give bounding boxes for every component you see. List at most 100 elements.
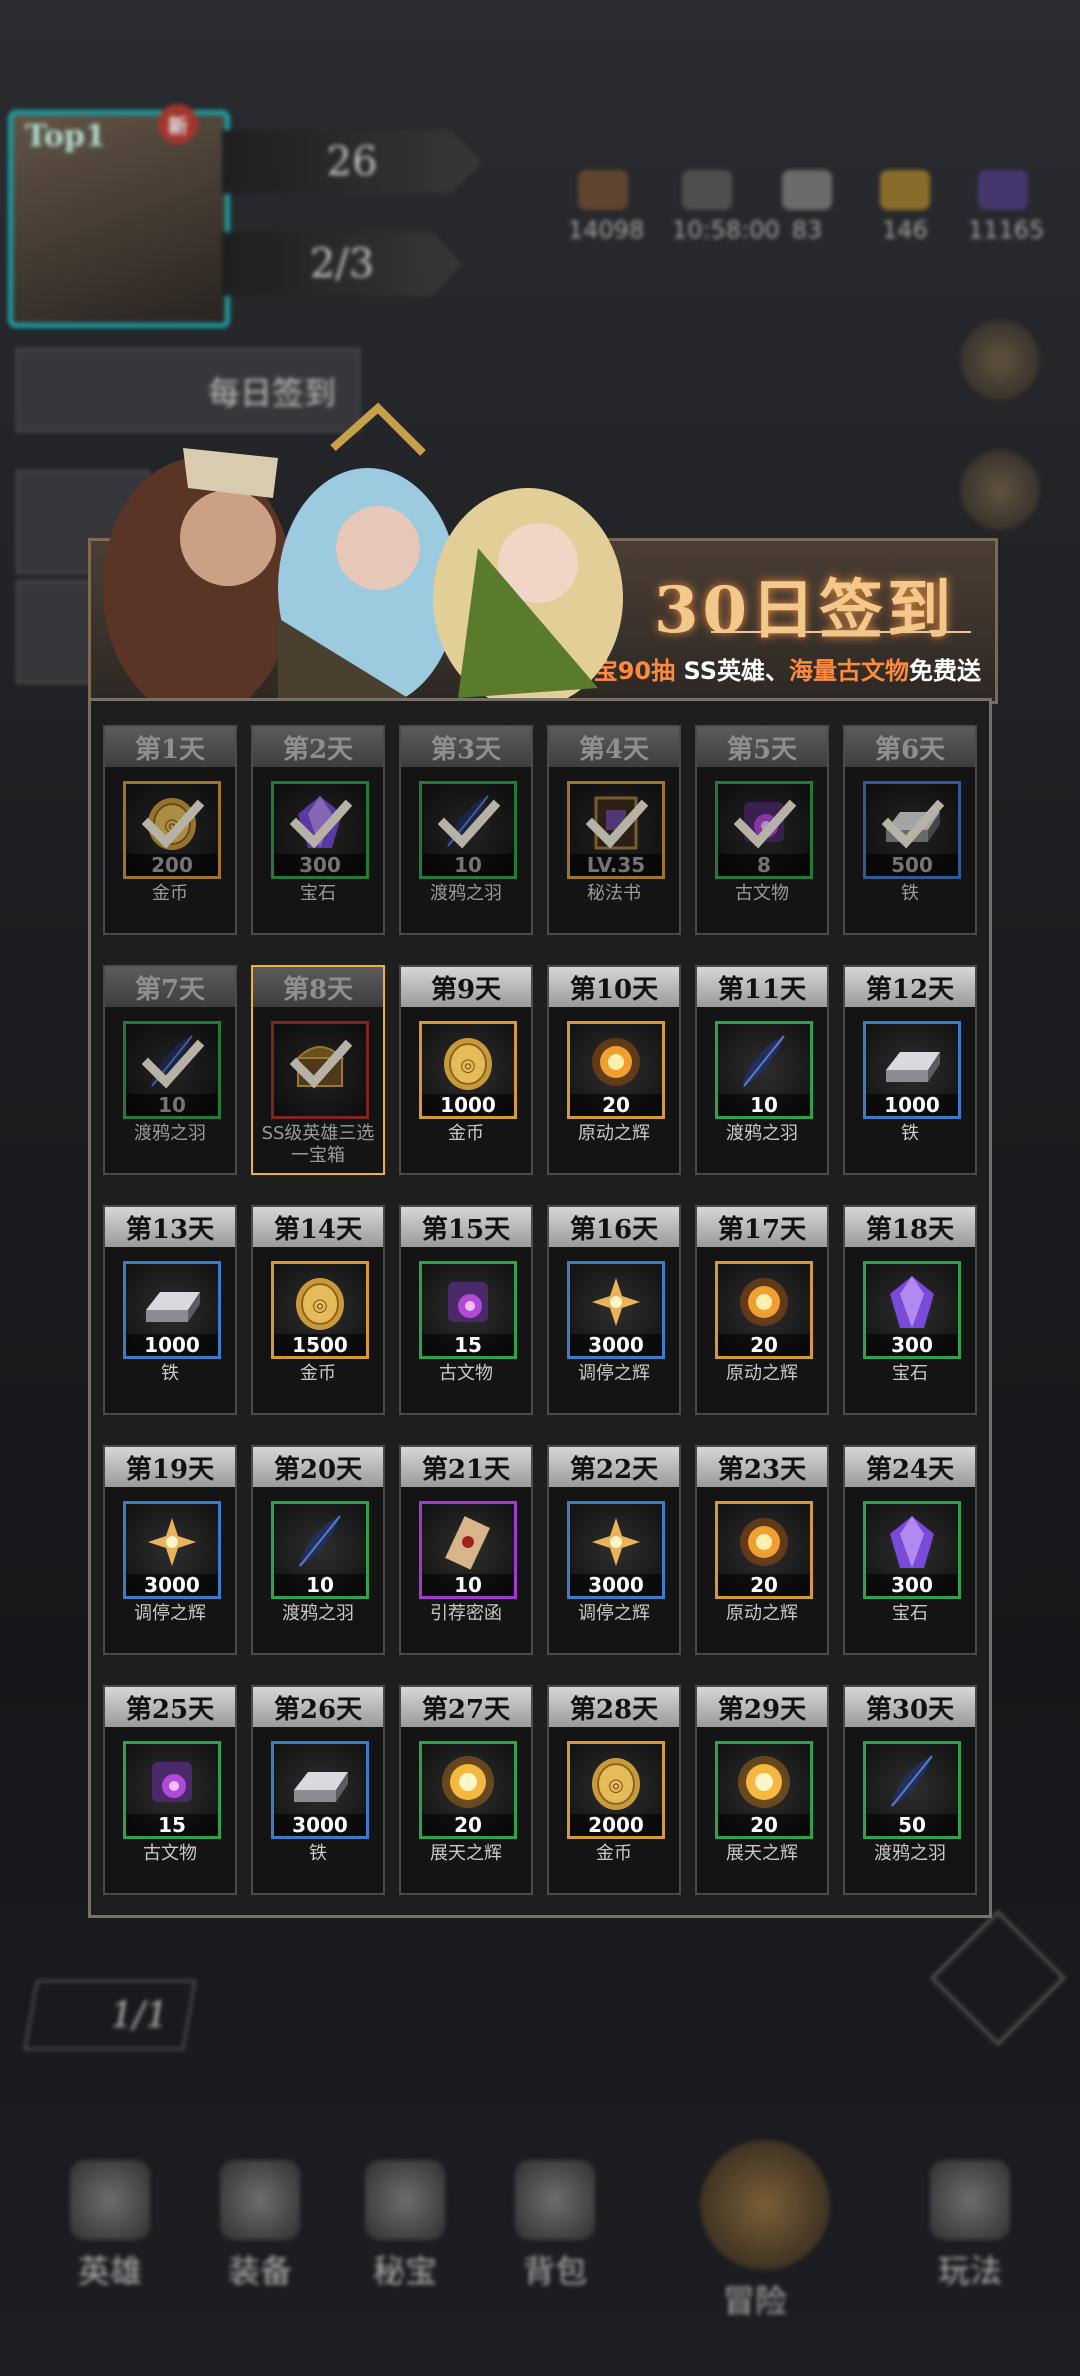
reward-name: 渡鸦之羽 <box>874 1843 946 1864</box>
day-cell-7[interactable]: 第7天 10 渡鸦之羽 <box>103 965 237 1175</box>
nav-equipment[interactable]: 装备 <box>205 2160 315 2292</box>
reward-name: 原动之辉 <box>578 1123 650 1144</box>
reward-quantity: LV.35 <box>570 854 662 876</box>
sky-glow-icon <box>442 1756 494 1808</box>
mediate-glow-slot: 3000 <box>567 1261 665 1359</box>
day-cell-27[interactable]: 第27天 20 展天之辉 <box>399 1685 533 1895</box>
nav-play[interactable]: 玩法 <box>915 2160 1025 2292</box>
gate-icon <box>930 2160 1010 2240</box>
day-cell-17[interactable]: 第17天 20 原动之辉 <box>695 1205 829 1415</box>
day-cell-23[interactable]: 第23天 20 原动之辉 <box>695 1445 829 1655</box>
reward-name: 古文物 <box>143 1843 197 1864</box>
prime-glow-icon <box>740 1518 788 1566</box>
day-label: 第1天 <box>105 727 235 767</box>
day-cell-22[interactable]: 第22天 3000 调停之辉 <box>547 1445 681 1655</box>
day-cell-1[interactable]: 第1天 ◎ 200 金币 <box>103 725 237 935</box>
day-cell-10[interactable]: 第10天 20 原动之辉 <box>547 965 681 1175</box>
reward-name: 金币 <box>152 883 188 904</box>
gold-coin-icon: ◎ <box>444 1038 492 1090</box>
resource-4[interactable]: 146 <box>870 170 940 244</box>
nav-backpack[interactable]: 背包 <box>500 2160 610 2292</box>
day-cell-20[interactable]: 第20天 10 渡鸦之羽 <box>251 1445 385 1655</box>
day-cell-13[interactable]: 第13天 1000 铁 <box>103 1205 237 1415</box>
raven-feather-slot: 50 <box>863 1741 961 1839</box>
day-cell-8[interactable]: 第8天 SS级英雄三选一宝箱 <box>251 965 385 1175</box>
day-cell-6[interactable]: 第6天 500 铁 <box>843 725 977 935</box>
day-label: 第29天 <box>697 1687 827 1727</box>
day-label: 第30天 <box>845 1687 975 1727</box>
reward-quantity: 1500 <box>274 1334 366 1356</box>
artifact-icon <box>152 1762 192 1802</box>
svg-text:◎: ◎ <box>312 1295 328 1316</box>
reward-quantity: 15 <box>126 1814 218 1836</box>
player-avatar[interactable]: Top1 <box>8 110 230 328</box>
svg-text:◎: ◎ <box>608 1775 624 1796</box>
reward-quantity: 3000 <box>126 1574 218 1596</box>
mediate-glow-slot: 3000 <box>123 1501 221 1599</box>
day-label: 第22天 <box>549 1447 679 1487</box>
reward-name: 原动之辉 <box>726 1603 798 1624</box>
mediate-glow-icon <box>148 1518 196 1566</box>
raven-feather-icon <box>742 1035 785 1088</box>
day-cell-19[interactable]: 第19天 3000 调停之辉 <box>103 1445 237 1655</box>
reward-name: 宝石 <box>300 883 336 904</box>
prime-glow-slot: 20 <box>715 1501 813 1599</box>
gold-coin-slot: ◎ 200 <box>123 781 221 879</box>
minimize-diamond-button[interactable] <box>930 1910 1066 2046</box>
day-cell-14[interactable]: 第14天 ◎ 1500 金币 <box>251 1205 385 1415</box>
iron-ingot-icon <box>146 1292 200 1322</box>
reward-quantity: 10 <box>422 854 514 876</box>
resource-1[interactable]: 14098 <box>568 170 644 244</box>
reward-name: 铁 <box>901 883 919 904</box>
day-cell-29[interactable]: 第29天 20 展天之辉 <box>695 1685 829 1895</box>
iron-ingot-slot: 3000 <box>271 1741 369 1839</box>
reward-name: 渡鸦之羽 <box>134 1123 206 1144</box>
day-label: 第18天 <box>845 1207 975 1247</box>
reward-quantity: 10 <box>718 1094 810 1116</box>
day-cell-2[interactable]: 第2天 300 宝石 <box>251 725 385 935</box>
new-badge: 新 <box>158 104 198 144</box>
reward-quantity: 1000 <box>866 1094 958 1116</box>
reward-quantity: 20 <box>718 1334 810 1356</box>
day-cell-21[interactable]: 第21天 10 引荐密函 <box>399 1445 533 1655</box>
side-event-icon-2[interactable] <box>960 450 1040 530</box>
day-cell-9[interactable]: 第9天 ◎ 1000 金币 <box>399 965 533 1175</box>
reward-name: 铁 <box>309 1843 327 1864</box>
nav-treasure[interactable]: 秘宝 <box>350 2160 460 2292</box>
day-cell-18[interactable]: 第18天 300 宝石 <box>843 1205 977 1415</box>
reward-name: 金币 <box>448 1123 484 1144</box>
reward-name: 调停之辉 <box>578 1603 650 1624</box>
day-cell-11[interactable]: 第11天 10 渡鸦之羽 <box>695 965 829 1175</box>
day-cell-3[interactable]: 第3天 10 渡鸦之羽 <box>399 725 533 935</box>
nav-adventure[interactable]: 冒险 <box>700 2140 830 2322</box>
resource-2[interactable]: 10:58:00 <box>672 170 780 244</box>
reward-name: 宝石 <box>892 1603 928 1624</box>
scroll-letter-icon <box>445 1516 490 1570</box>
day-label: 第27天 <box>401 1687 531 1727</box>
resource-3[interactable]: 83 <box>772 170 842 244</box>
raven-feather-icon <box>298 1515 341 1568</box>
reward-grid: 第1天 ◎ 200 金币 第2天 300 宝石 第3天 10 渡鸦之羽 第4天 LV.35 秘法书 第5天… <box>88 698 992 1918</box>
claimed-check-icon <box>438 799 500 849</box>
raven-feather-slot: 10 <box>715 1021 813 1119</box>
side-event-icon[interactable] <box>960 320 1040 400</box>
day-label: 第14天 <box>253 1207 383 1247</box>
day-cell-5[interactable]: 第5天 8 古文物 <box>695 725 829 935</box>
day-cell-25[interactable]: 第25天 15 古文物 <box>103 1685 237 1895</box>
day-cell-4[interactable]: 第4天 LV.35 秘法书 <box>547 725 681 935</box>
day-cell-24[interactable]: 第24天 300 宝石 <box>843 1445 977 1655</box>
nav-heroes[interactable]: 英雄 <box>55 2160 165 2292</box>
day-cell-16[interactable]: 第16天 3000 调停之辉 <box>547 1205 681 1415</box>
reward-quantity: 10 <box>274 1574 366 1596</box>
day-cell-30[interactable]: 第30天 50 渡鸦之羽 <box>843 1685 977 1895</box>
claimed-check-icon <box>734 799 796 849</box>
resource-5[interactable]: 11165 <box>968 170 1044 244</box>
counter-box[interactable]: 1/1 <box>23 1980 197 2050</box>
reward-name: 秘法书 <box>587 883 641 904</box>
reward-name: 金币 <box>300 1363 336 1384</box>
day-cell-12[interactable]: 第12天 1000 铁 <box>843 965 977 1175</box>
day-cell-15[interactable]: 第15天 15 古文物 <box>399 1205 533 1415</box>
day-cell-26[interactable]: 第26天 3000 铁 <box>251 1685 385 1895</box>
day-cell-28[interactable]: 第28天 ◎ 2000 金币 <box>547 1685 681 1895</box>
purple-gem-slot: 300 <box>271 781 369 879</box>
